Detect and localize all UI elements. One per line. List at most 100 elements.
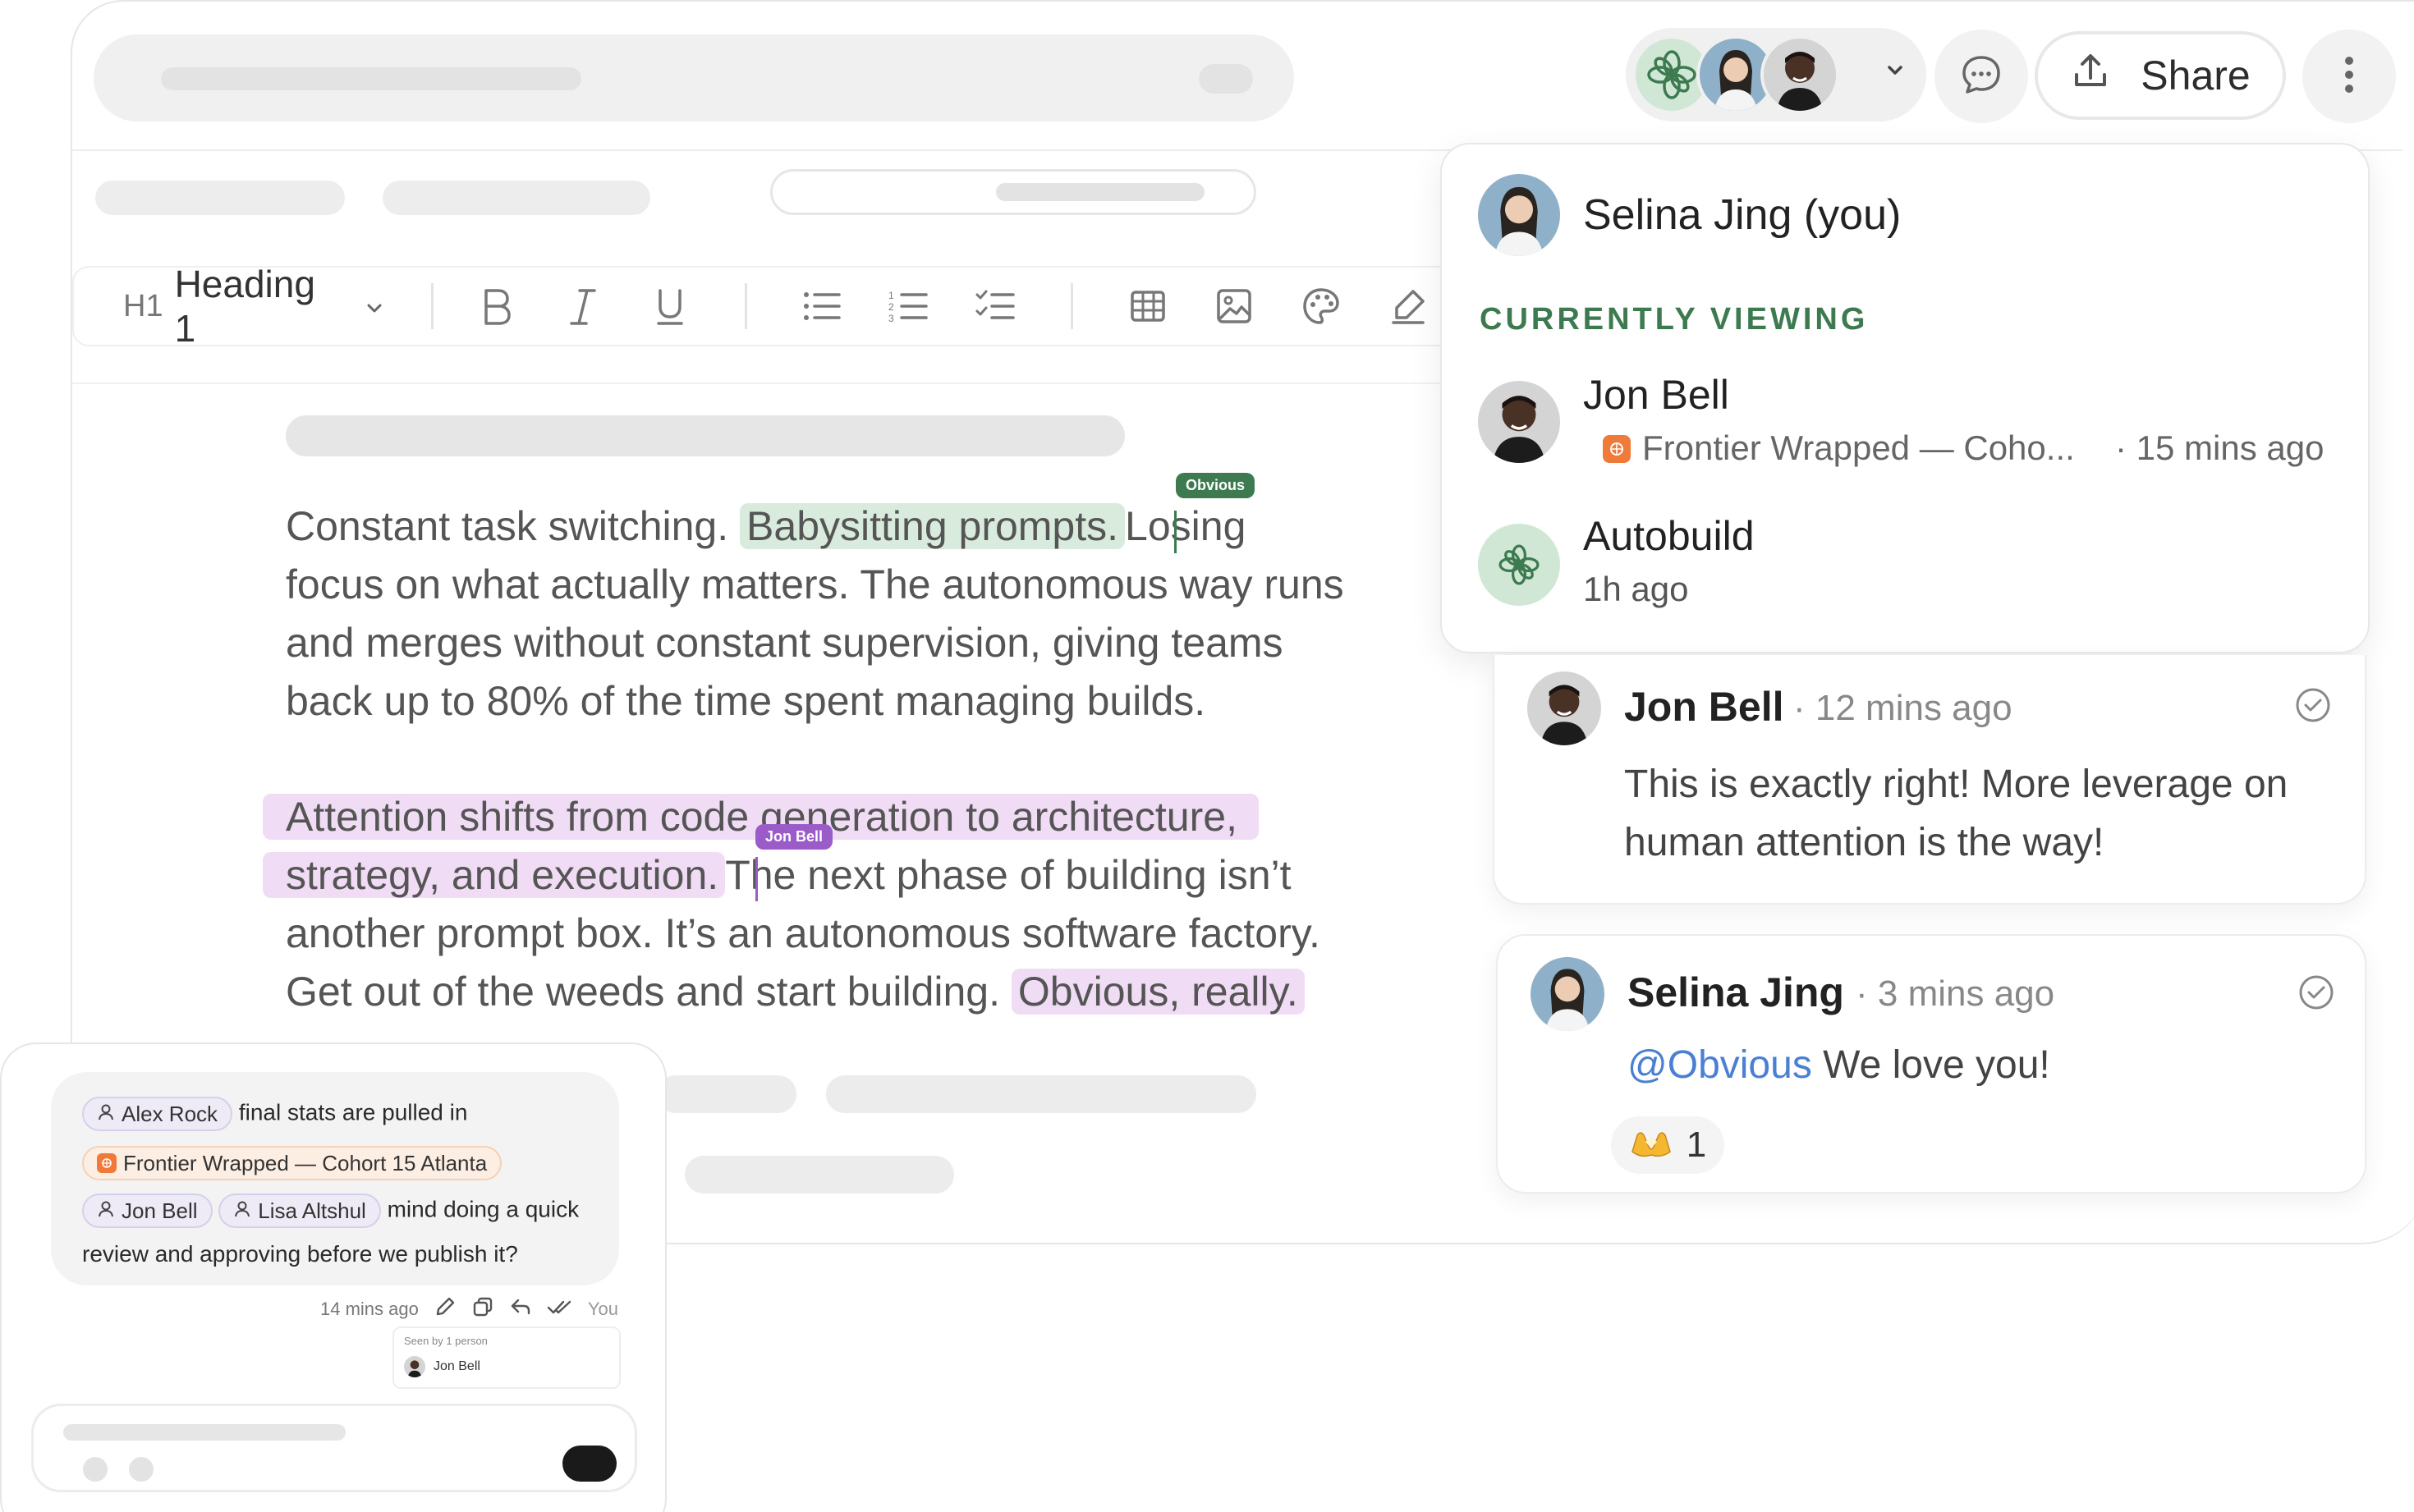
chat-input[interactable] xyxy=(31,1404,637,1492)
doc-text: Losing xyxy=(1125,503,1246,549)
person-icon xyxy=(97,1198,115,1224)
self-name: Selina Jing (you) xyxy=(1583,191,1902,239)
toolbar-bottom-divider xyxy=(72,383,1468,384)
seen-label: Seen by 1 person xyxy=(404,1335,488,1347)
jon-avatar[interactable] xyxy=(1478,381,1560,463)
mention-chip[interactable]: Alex Rock xyxy=(82,1097,233,1131)
person-icon xyxy=(97,1102,115,1127)
table-icon[interactable] xyxy=(1125,283,1171,329)
viewer-name[interactable]: Jon Bell xyxy=(1583,371,1729,419)
checklist-icon[interactable] xyxy=(973,283,1019,329)
upload-icon xyxy=(2070,50,2111,101)
comment-line: This is exactly right! More leverage on xyxy=(1624,763,2288,806)
doc-text: The next phase of building isn’t xyxy=(725,852,1292,898)
comment-line: human attention is the way! xyxy=(1624,821,2104,864)
chat-text: review and approving before we publish i… xyxy=(82,1241,518,1267)
doc-paragraph-2[interactable]: Attention shifts from code generation to… xyxy=(263,788,1435,1021)
emoji-icon[interactable] xyxy=(129,1457,154,1482)
seen-name: Jon Bell xyxy=(434,1359,480,1373)
jon-avatar xyxy=(404,1356,425,1377)
formatting-toolbar: H1 Heading 1 123 xyxy=(72,263,1452,350)
viewer-doc[interactable]: Frontier Wrapped — Coho... xyxy=(1642,428,2075,468)
mention-chip[interactable]: Lisa Altshul xyxy=(218,1194,381,1228)
tab-placeholder[interactable] xyxy=(95,181,345,215)
viewers-popover: Selina Jing (you) CURRENTLY VIEWING Jon … xyxy=(1440,143,2370,653)
chip-label: Lisa Altshul xyxy=(258,1198,366,1223)
doc-text: Get out of the weeds and start building. xyxy=(286,969,1000,1015)
project-icon xyxy=(97,1153,117,1173)
pill-placeholder-bar xyxy=(996,183,1205,201)
svg-text:3: 3 xyxy=(888,313,894,324)
underline-icon[interactable] xyxy=(647,283,693,329)
chip-label: Frontier Wrapped — Cohort 15 Atlanta xyxy=(123,1150,488,1175)
numbered-list-icon[interactable]: 123 xyxy=(886,283,932,329)
person-icon xyxy=(233,1198,251,1224)
bold-icon[interactable] xyxy=(473,283,519,329)
copy-icon[interactable] xyxy=(471,1295,494,1323)
cursor-obvious-label: Obvious xyxy=(1176,473,1255,498)
selina-avatar xyxy=(1478,174,1560,256)
comments-button[interactable] xyxy=(1934,30,2028,123)
resolve-check-icon[interactable] xyxy=(2297,974,2335,1015)
chevron-down-icon xyxy=(364,284,385,328)
share-button[interactable]: Share xyxy=(2035,31,2286,120)
more-options-button[interactable] xyxy=(2302,30,2396,123)
more-vertical-icon xyxy=(2343,53,2356,101)
doc-placeholder xyxy=(657,1075,796,1113)
edit-icon[interactable] xyxy=(434,1295,457,1323)
jon-avatar xyxy=(1760,35,1839,114)
seen-by-card: Seen by 1 person Jon Bell xyxy=(392,1326,621,1389)
resolve-check-icon[interactable] xyxy=(2294,686,2332,728)
comment-card[interactable]: Selina Jing · 3 mins ago @Obvious We lov… xyxy=(1496,934,2366,1194)
highlighter-icon[interactable] xyxy=(1385,283,1431,329)
attach-icon[interactable] xyxy=(83,1457,108,1482)
project-chip[interactable]: Frontier Wrapped — Cohort 15 Atlanta xyxy=(82,1146,503,1180)
doc-line: another prompt box. It’s an autonomous s… xyxy=(286,910,1320,956)
highlight-green[interactable]: Babysitting prompts. xyxy=(740,503,1126,549)
viewer-name[interactable]: Autobuild xyxy=(1583,512,1755,560)
chip-label: Alex Rock xyxy=(122,1101,218,1126)
heading-select[interactable]: H1 Heading 1 xyxy=(123,262,385,351)
doc-placeholder xyxy=(826,1075,1256,1113)
message-time: 14 mins ago xyxy=(320,1299,419,1319)
mention-chip[interactable]: Jon Bell xyxy=(82,1194,213,1228)
chat-meta: 14 mins ago You xyxy=(320,1295,618,1323)
highlight-purple[interactable]: strategy, and execution. xyxy=(263,852,726,898)
search-shortcut xyxy=(1199,64,1253,94)
heading-prefix: H1 xyxy=(123,288,163,323)
toolbar-divider xyxy=(1070,283,1073,329)
italic-icon[interactable] xyxy=(560,283,606,329)
chevron-down-icon[interactable] xyxy=(1884,59,1907,86)
doc-paragraph-1[interactable]: Constant task switching. Babysitting pro… xyxy=(286,497,1435,731)
chat-bubble-icon xyxy=(1959,53,2003,101)
chat-text: final stats are pulled in xyxy=(238,1099,468,1125)
pill-placeholder[interactable] xyxy=(770,169,1256,215)
project-icon xyxy=(1603,435,1631,463)
send-button[interactable] xyxy=(562,1446,617,1482)
cursor-obvious-line xyxy=(1174,511,1177,553)
cursor-jon-line xyxy=(755,857,758,901)
highlight-purple[interactable]: Obvious, really. xyxy=(1011,969,1305,1015)
comment-card[interactable]: Jon Bell · 12 mins ago This is exactly r… xyxy=(1493,655,2366,905)
section-label: CURRENTLY VIEWING xyxy=(1480,302,1869,337)
doc-title-placeholder xyxy=(286,415,1125,456)
mention[interactable]: @Obvious xyxy=(1627,1043,1812,1087)
reaction-pill[interactable]: 1 xyxy=(1611,1116,1724,1174)
cursor-jon-label: Jon Bell xyxy=(755,824,833,850)
search-bar[interactable] xyxy=(94,34,1294,121)
autobuild-avatar[interactable] xyxy=(1478,524,1560,606)
bullet-list-icon[interactable] xyxy=(799,283,845,329)
reply-icon[interactable] xyxy=(509,1295,532,1323)
collaborators-group[interactable] xyxy=(1626,28,1926,121)
comment-body: This is exactly right! More leverage on … xyxy=(1624,755,2288,872)
doc-text: Constant task switching. xyxy=(286,503,729,549)
svg-text:2: 2 xyxy=(888,301,894,313)
toolbar-divider xyxy=(431,283,434,329)
double-check-icon xyxy=(547,1295,573,1323)
search-placeholder xyxy=(161,67,581,90)
comment-text: We love you! xyxy=(1823,1043,2050,1087)
palette-icon[interactable] xyxy=(1298,283,1344,329)
image-icon[interactable] xyxy=(1211,283,1257,329)
tab-placeholder[interactable] xyxy=(383,181,650,215)
doc-line: back up to 80% of the time spent managin… xyxy=(286,678,1206,724)
